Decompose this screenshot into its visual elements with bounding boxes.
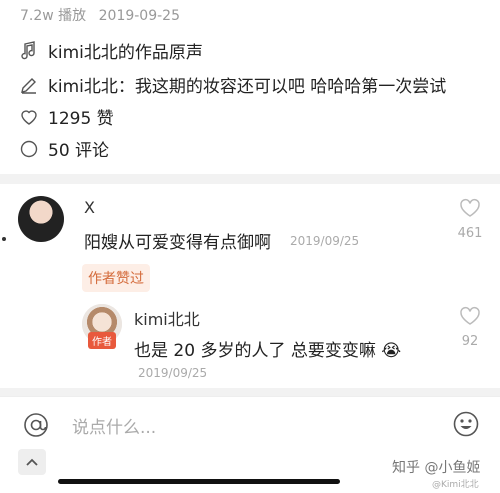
sound-name: kimi北北的作品原声 (48, 43, 203, 63)
caption-text: 我这期的妆容还可以吧 哈哈哈第一次尝试 (134, 77, 447, 97)
comment-text: 阳嫂从可爱变得有点御啊 (84, 233, 271, 253)
edit-pen-icon (18, 74, 40, 96)
reply-date: 2019/09/25 (138, 366, 208, 380)
comment-input-bar: 说点什么... 知乎 @小鱼姬 @Kimi北北 (0, 396, 500, 493)
heart-icon (460, 306, 480, 325)
author-tag: 作者 (88, 332, 116, 349)
comment-username[interactable]: X (84, 198, 95, 217)
at-mention-icon[interactable] (22, 411, 50, 439)
comments-row[interactable]: 50 评论 (18, 136, 109, 161)
likes-row[interactable]: 1295 赞 (18, 104, 114, 129)
watermark: 知乎 @小鱼姬 (392, 460, 481, 476)
avatar[interactable] (18, 196, 64, 242)
reply-like-count: 92 (461, 334, 479, 349)
comment-like-count: 461 (457, 226, 483, 241)
section-divider (0, 388, 500, 396)
bullet-dot (2, 237, 6, 241)
reply-like[interactable]: 92 (450, 306, 490, 349)
sound-row[interactable]: kimi北北的作品原声 (18, 38, 203, 63)
author-liked-badge: 作者赞过 (82, 264, 150, 292)
chevron-up-icon (26, 458, 38, 466)
section-divider (0, 174, 500, 184)
reply-username[interactable]: kimi北北 (134, 306, 200, 330)
watermark-small: @Kimi北北 (432, 480, 479, 490)
caption-separator: ： (117, 77, 135, 97)
emoji-icon[interactable] (452, 410, 480, 438)
comment-like[interactable]: 461 (450, 198, 490, 241)
reply-text: 也是 20 多岁的人了 总要变变嘛 😭 (134, 341, 402, 361)
heart-icon (18, 106, 40, 128)
heart-icon (460, 198, 480, 217)
music-note-icon (18, 40, 40, 62)
caption-row: kimi北北 ： 我这期的妆容还可以吧 哈哈哈第一次尝试 (18, 72, 446, 97)
comment-date: 2019/09/25 (290, 234, 360, 248)
video-meta: 7.2w 播放 2019-09-25 (20, 5, 188, 25)
comment-bubble-icon (18, 138, 40, 160)
post-date: 2019-09-25 (98, 8, 180, 24)
scroll-up-button[interactable] (18, 449, 46, 475)
comments-count: 50 评论 (48, 141, 110, 161)
caption-author: kimi北北 (48, 77, 118, 97)
view-count: 7.2w 播放 (20, 8, 87, 24)
home-indicator (58, 479, 340, 484)
likes-count: 1295 赞 (48, 109, 114, 129)
comment-input[interactable]: 说点什么... (72, 413, 156, 438)
